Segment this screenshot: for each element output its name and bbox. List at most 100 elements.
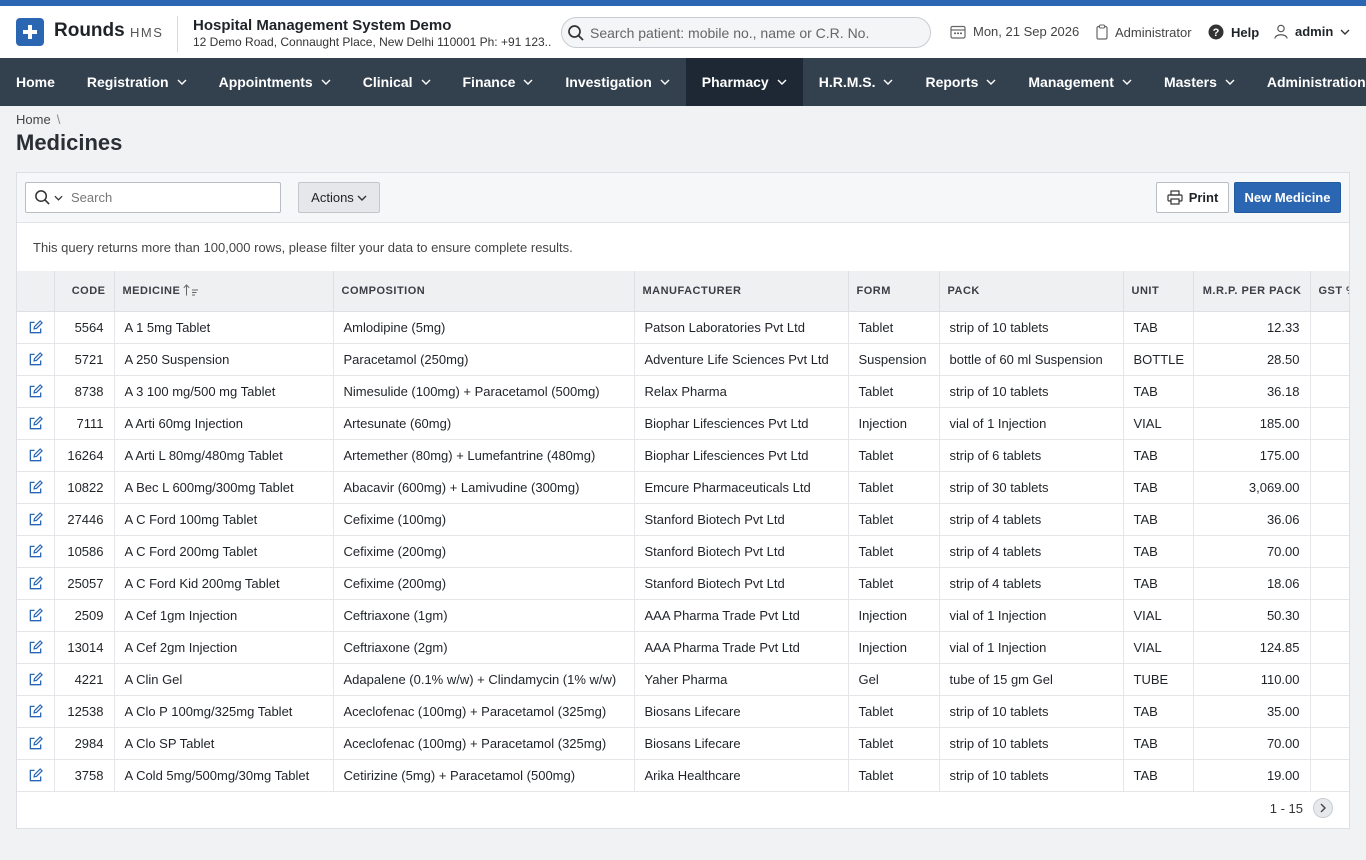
header-gst[interactable]: GST % <box>1310 271 1349 312</box>
cell-medicine: A 1 5mg Tablet <box>114 311 334 344</box>
header-manufacturer[interactable]: MANUFACTURER <box>634 271 849 312</box>
cell-pack: vial of 1 Injection <box>939 599 1124 632</box>
edit-row-button[interactable] <box>17 343 55 376</box>
cell-unit: BOTTLE <box>1123 343 1194 376</box>
cell-gst <box>1310 695 1349 728</box>
list-search-box[interactable] <box>25 182 281 213</box>
sort-ascending-icon <box>183 284 199 296</box>
table-row: 25057 A C Ford Kid 200mg Tablet Cefixime (… <box>17 567 1349 600</box>
cell-mrp: 36.18 <box>1193 375 1311 408</box>
nav-item-appointments[interactable]: Appointments <box>203 58 347 106</box>
cell-composition: Paracetamol (250mg) <box>333 343 635 376</box>
edit-icon <box>29 735 43 749</box>
edit-row-button[interactable] <box>17 311 55 344</box>
edit-row-button[interactable] <box>17 407 55 440</box>
edit-row-button[interactable] <box>17 599 55 632</box>
cell-code: 8738 <box>54 375 115 408</box>
nav-item-label: Pharmacy <box>701 74 769 90</box>
header-composition[interactable]: COMPOSITION <box>333 271 635 312</box>
patient-search-input[interactable] <box>590 24 920 41</box>
breadcrumb-separator: \ <box>56 112 61 127</box>
cell-composition: Cefixime (100mg) <box>333 503 635 536</box>
table-body: 5564 A 1 5mg Tablet Amlodipine (5mg) Patson… <box>17 311 1349 792</box>
next-page-button[interactable] <box>1313 798 1333 818</box>
user-menu[interactable]: admin <box>1274 24 1350 39</box>
cell-gst <box>1310 311 1349 344</box>
edit-row-button[interactable] <box>17 631 55 664</box>
nav-item-administration[interactable]: Administration <box>1251 58 1366 106</box>
header-medicine[interactable]: MEDICINE <box>114 271 334 312</box>
nav-item-clinical[interactable]: Clinical <box>347 58 447 106</box>
nav-item-pharmacy[interactable]: Pharmacy <box>685 58 803 106</box>
table-row: 16264 A Arti L 80mg/480mg Tablet Artemethe… <box>17 439 1349 472</box>
table-row: 10586 A C Ford 200mg Tablet Cefixime (200m… <box>17 535 1349 568</box>
help-circle-icon: ? <box>1208 24 1224 40</box>
pagination-range: 1 - 15 <box>1269 800 1303 816</box>
edit-row-button[interactable] <box>17 695 55 728</box>
cell-composition: Cefixime (200mg) <box>333 567 635 600</box>
print-button[interactable]: Print <box>1156 182 1229 213</box>
chevron-down-icon <box>1340 29 1350 35</box>
header-unit[interactable]: UNIT <box>1123 271 1194 312</box>
cell-pack: vial of 1 Injection <box>939 631 1124 664</box>
medicines-table-container[interactable]: CODE MEDICINE COMPOSITION MANUFACTURER F… <box>17 271 1349 792</box>
patient-search-box[interactable] <box>561 17 931 48</box>
nav-item-investigation[interactable]: Investigation <box>549 58 685 106</box>
breadcrumb: Home \ <box>16 112 60 127</box>
nav-item-finance[interactable]: Finance <box>447 58 550 106</box>
edit-row-button[interactable] <box>17 727 55 760</box>
nav-item-masters[interactable]: Masters <box>1148 58 1251 106</box>
header-pack[interactable]: PACK <box>939 271 1124 312</box>
cell-gst <box>1310 471 1349 504</box>
nav-item-management[interactable]: Management <box>1012 58 1148 106</box>
edit-row-button[interactable] <box>17 567 55 600</box>
edit-row-button[interactable] <box>17 503 55 536</box>
nav-item-label: Reports <box>925 74 979 90</box>
header-code[interactable]: CODE <box>54 271 115 312</box>
cell-gst <box>1310 503 1349 536</box>
cell-composition: Aceclofenac (100mg) + Paracetamol (325mg… <box>333 727 635 760</box>
printer-icon <box>1167 190 1183 205</box>
cell-medicine: A Clo SP Tablet <box>114 727 334 760</box>
cell-manufacturer: Stanford Biotech Pvt Ltd <box>634 503 849 536</box>
edit-icon <box>29 383 43 397</box>
cell-code: 25057 <box>54 567 115 600</box>
edit-row-button[interactable] <box>17 535 55 568</box>
cell-unit: TAB <box>1123 695 1194 728</box>
cell-mrp: 3,069.00 <box>1193 471 1311 504</box>
cell-mrp: 185.00 <box>1193 407 1311 440</box>
header-divider <box>177 16 178 52</box>
breadcrumb-home-link[interactable]: Home <box>16 112 51 127</box>
cell-medicine: A Cef 2gm Injection <box>114 631 334 664</box>
nav-item-h-r-m-s[interactable]: H.R.M.S. <box>803 58 910 106</box>
edit-row-button[interactable] <box>17 471 55 504</box>
nav-item-home[interactable]: Home <box>0 58 71 106</box>
role-selector[interactable]: Administrator <box>1096 24 1192 40</box>
list-search-input[interactable] <box>71 190 261 205</box>
actions-menu-button[interactable]: Actions <box>298 182 380 213</box>
edit-row-button[interactable] <box>17 375 55 408</box>
edit-row-button[interactable] <box>17 759 55 792</box>
svg-text:?: ? <box>1213 27 1220 39</box>
cell-form: Tablet <box>848 535 940 568</box>
search-column-selector[interactable] <box>34 189 63 206</box>
help-link[interactable]: ? Help <box>1208 24 1259 40</box>
nav-item-label: Home <box>16 74 55 90</box>
table-row: 27446 A C Ford 100mg Tablet Cefixime (100m… <box>17 503 1349 536</box>
cell-composition: Abacavir (600mg) + Lamivudine (300mg) <box>333 471 635 504</box>
cell-manufacturer: Arika Healthcare <box>634 759 849 792</box>
nav-item-registration[interactable]: Registration <box>71 58 203 106</box>
cell-medicine: A Arti L 80mg/480mg Tablet <box>114 439 334 472</box>
cell-gst <box>1310 631 1349 664</box>
edit-row-button[interactable] <box>17 663 55 696</box>
query-notice: This query returns more than 100,000 row… <box>33 239 573 255</box>
cell-gst <box>1310 407 1349 440</box>
nav-item-reports[interactable]: Reports <box>909 58 1012 106</box>
header-form[interactable]: FORM <box>848 271 940 312</box>
chevron-down-icon <box>177 79 187 85</box>
header-mrp[interactable]: M.R.P. PER PACK <box>1193 271 1311 312</box>
edit-row-button[interactable] <box>17 439 55 472</box>
logo-text[interactable]: Rounds <box>54 20 125 42</box>
logo-plus-icon[interactable] <box>16 18 44 46</box>
new-medicine-button[interactable]: New Medicine <box>1234 182 1341 213</box>
